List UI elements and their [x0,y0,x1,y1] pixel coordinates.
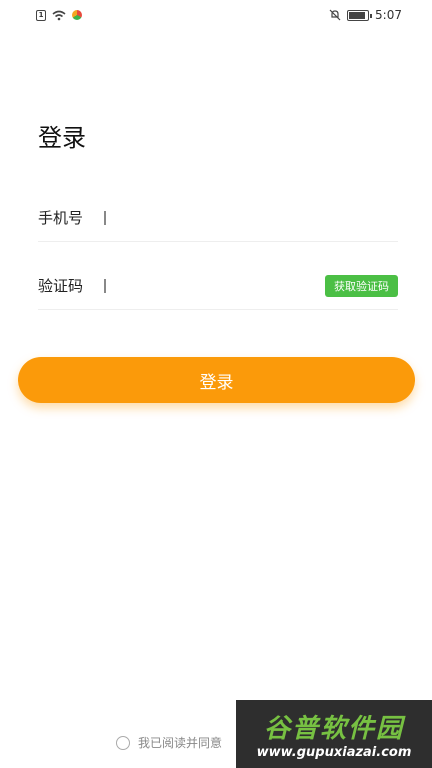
phone-input[interactable] [104,210,398,225]
bell-muted-icon [329,9,341,21]
agreement-text: 我已阅读并同意 [138,736,223,750]
status-right: 5:07 [329,8,402,22]
status-time: 5:07 [375,8,402,22]
app-notification-icon [72,10,82,20]
login-button[interactable]: 登录 [18,357,415,403]
code-label: 验证码 [38,277,84,295]
get-code-button[interactable]: 获取验证码 [325,274,398,297]
code-row: 验证码 获取验证码 [38,262,398,310]
page-title: 登录 [38,124,86,152]
battery-icon [347,9,373,21]
agreement-row[interactable]: 我已阅读并同意 [116,734,222,751]
status-bar: 1 5:07 [0,0,432,30]
watermark-url: www.gupuxiazai.com [256,745,412,760]
watermark: 谷普软件园 www.gupuxiazai.com [236,700,432,768]
code-input[interactable] [104,278,325,293]
sim-card-icon: 1 [36,9,46,21]
agreement-radio[interactable] [116,735,130,750]
wifi-icon [52,10,66,20]
phone-row: 手机号 [38,194,398,242]
phone-label: 手机号 [38,209,84,227]
watermark-title: 谷普软件园 [263,714,404,744]
status-left: 1 [36,9,82,21]
battery-level [349,11,366,19]
